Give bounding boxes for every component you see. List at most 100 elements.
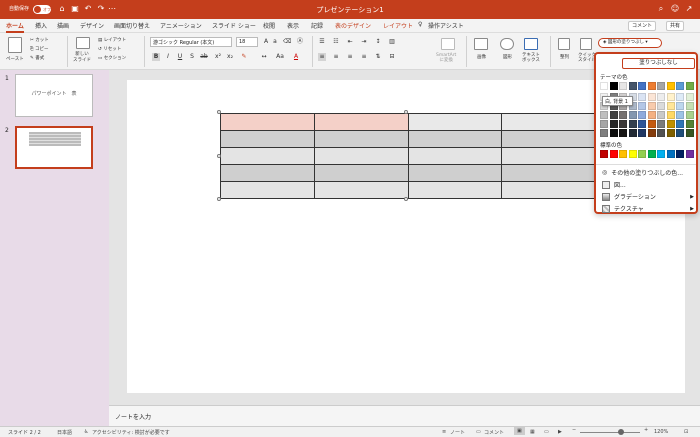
share-arrow-icon[interactable]: ↗ [684, 4, 694, 14]
standard-color-swatch[interactable] [676, 150, 684, 158]
theme-color-swatch[interactable] [666, 111, 675, 119]
tab-transitions[interactable]: 画面切り替え [114, 21, 150, 30]
section-button[interactable]: ▭ セクション [98, 55, 126, 61]
theme-color-swatch[interactable] [628, 129, 637, 137]
smartart-label[interactable]: SmartArt に変換 [436, 53, 456, 63]
tab-home[interactable]: ホーム [6, 21, 24, 33]
more-colors-option[interactable]: ◎ その他の塗りつぶしの色... [602, 168, 694, 177]
shape-fill-button[interactable]: ◈ 図形の塗りつぶし ▾ [598, 38, 662, 48]
shapes-icon[interactable] [500, 38, 514, 50]
clear-format-icon[interactable]: ⌫ [283, 38, 291, 46]
table-cell[interactable] [313, 147, 409, 165]
strikethrough-icon[interactable]: ab [200, 53, 208, 61]
shrink-font-icon[interactable]: a [271, 38, 279, 46]
accessibility-status[interactable]: アクセシビリティ: 検討が必要です [92, 429, 170, 436]
theme-color-swatch[interactable] [666, 82, 675, 90]
theme-color-swatch[interactable] [657, 102, 665, 110]
theme-color-swatch[interactable] [619, 120, 627, 128]
picture-label[interactable]: 画像 [477, 54, 486, 60]
decrease-indent-icon[interactable]: ⇤ [346, 38, 354, 46]
theme-color-swatch[interactable] [657, 82, 665, 90]
char-spacing-icon[interactable]: ↔ [260, 53, 268, 61]
table-cell[interactable] [501, 147, 596, 165]
align-text-icon[interactable]: ⊟ [388, 53, 396, 61]
bullets-icon[interactable]: ☰ [318, 38, 326, 46]
standard-color-swatch[interactable] [638, 150, 646, 158]
zoom-level[interactable]: 120% [654, 429, 668, 435]
comment-button[interactable]: コメント [628, 21, 657, 31]
slide-thumbnail-1[interactable]: パワーポイント 表 [15, 74, 93, 117]
theme-color-swatch[interactable] [609, 82, 618, 90]
new-slide-icon[interactable] [76, 37, 90, 49]
theme-color-swatch[interactable] [666, 93, 675, 101]
shadow-icon[interactable]: S [188, 53, 196, 61]
change-case-icon[interactable]: Aa [276, 53, 284, 61]
theme-color-swatch[interactable] [600, 82, 608, 90]
font-color-icon[interactable]: A [292, 53, 300, 61]
arrange-icon[interactable] [558, 38, 570, 50]
table-cell[interactable] [407, 147, 503, 165]
standard-color-swatch[interactable] [609, 150, 618, 158]
table-cell[interactable] [407, 164, 503, 182]
share-button[interactable]: 共有 [666, 21, 685, 31]
font-family-select[interactable]: 游ゴシック Regular (本文) [150, 37, 232, 47]
standard-color-swatch[interactable] [600, 150, 608, 158]
theme-color-swatch[interactable] [600, 120, 608, 128]
theme-color-swatch[interactable] [638, 111, 646, 119]
theme-color-swatch[interactable] [638, 102, 646, 110]
layout-button[interactable]: ▤ レイアウト [98, 37, 126, 43]
new-slide-label[interactable]: 新しい スライド [73, 52, 91, 64]
table[interactable] [220, 113, 596, 199]
resize-handle[interactable] [217, 154, 221, 158]
table-cell[interactable] [407, 130, 503, 148]
underline-icon[interactable]: U [176, 53, 184, 61]
theme-color-swatch[interactable] [666, 129, 675, 137]
theme-color-swatch[interactable] [657, 93, 665, 101]
standard-color-swatch[interactable] [647, 150, 656, 158]
theme-color-swatch[interactable] [685, 102, 694, 110]
align-center-icon[interactable]: ≡ [332, 53, 340, 61]
theme-color-swatch[interactable] [609, 120, 618, 128]
table-cell[interactable] [220, 181, 315, 199]
arrange-label[interactable]: 整列 [560, 54, 569, 60]
tab-table-design[interactable]: 表のデザイン [335, 21, 371, 30]
theme-color-swatch[interactable] [676, 93, 684, 101]
standard-color-swatch[interactable] [657, 150, 665, 158]
theme-color-swatch[interactable] [676, 82, 684, 90]
textbox-label[interactable]: テキスト ボックス [522, 53, 540, 63]
reading-view-icon[interactable]: ▭ [544, 429, 549, 435]
theme-color-swatch[interactable] [676, 111, 684, 119]
theme-color-swatch[interactable] [619, 129, 627, 137]
fit-slide-icon[interactable]: ⊡ [684, 429, 688, 435]
table-cell[interactable] [220, 147, 315, 165]
table-cell[interactable] [501, 181, 596, 199]
table-cell[interactable] [501, 130, 596, 148]
resize-handle[interactable] [217, 197, 221, 201]
resize-handle[interactable] [404, 197, 408, 201]
picture-icon[interactable] [474, 38, 488, 50]
table-cell[interactable] [220, 164, 315, 182]
superscript-icon[interactable]: x² [214, 53, 222, 61]
tab-record[interactable]: 記録 [311, 21, 323, 30]
justify-icon[interactable]: ≡ [360, 53, 368, 61]
theme-color-swatch[interactable] [647, 129, 656, 137]
theme-color-swatch[interactable] [628, 111, 637, 119]
standard-color-swatch[interactable] [685, 150, 694, 158]
theme-color-swatch[interactable] [647, 93, 656, 101]
tab-slideshow[interactable]: スライド ショー [212, 21, 256, 30]
standard-color-swatch[interactable] [628, 150, 637, 158]
table-cell[interactable] [313, 130, 409, 148]
table-cell[interactable] [313, 113, 409, 131]
theme-color-swatch[interactable] [666, 102, 675, 110]
numbering-icon[interactable]: ☷ [332, 38, 340, 46]
notes-pane[interactable]: ノートを入力 [109, 405, 700, 426]
theme-color-swatch[interactable] [676, 102, 684, 110]
theme-color-swatch[interactable] [685, 111, 694, 119]
zoom-in-icon[interactable]: + [644, 427, 648, 433]
standard-color-swatch[interactable] [666, 150, 675, 158]
table-cell[interactable] [313, 181, 409, 199]
theme-color-swatch[interactable] [619, 82, 627, 90]
normal-view-icon[interactable]: ▣ [514, 427, 525, 435]
theme-color-swatch[interactable] [657, 111, 665, 119]
copy-button[interactable]: ⎘ コピー [30, 46, 49, 52]
